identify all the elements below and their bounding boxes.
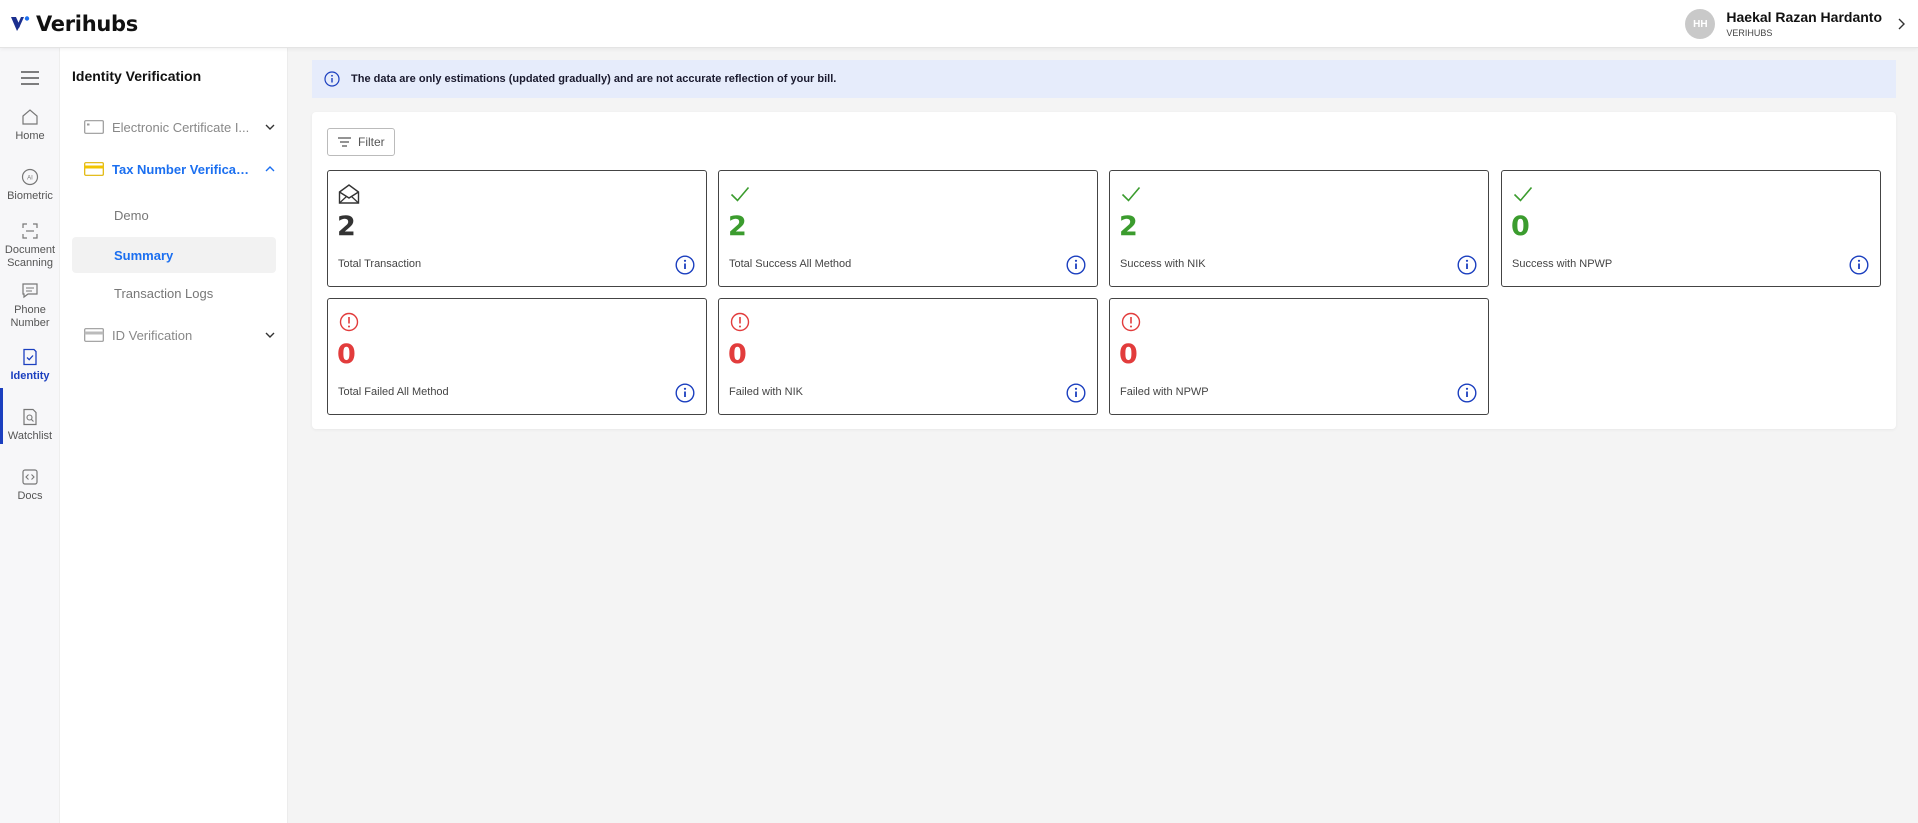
chevron-right-icon[interactable]	[1896, 17, 1906, 31]
stat-card-failed-with-npwp: 0 Failed with NPWP	[1109, 298, 1489, 415]
nav-item-demo[interactable]: Demo	[72, 197, 276, 233]
stat-label: Success with NIK	[1120, 258, 1206, 270]
rail-item-document-scanning[interactable]: Document Scanning	[0, 222, 60, 270]
estimation-notice-banner: The data are only estimations (updated g…	[312, 60, 1896, 98]
brand-name: Verihubs	[36, 12, 138, 36]
info-icon	[324, 71, 340, 87]
stat-card-failed-with-nik: 0 Failed with NIK	[718, 298, 1098, 415]
home-icon	[22, 109, 38, 125]
filter-lines-icon	[338, 137, 351, 147]
stat-value: 0	[337, 339, 356, 370]
info-icon[interactable]	[1849, 255, 1869, 275]
stat-card-success-with-nik: 2 Success with NIK	[1109, 170, 1489, 287]
stat-value: 0	[1119, 339, 1138, 370]
icon-rail: Home AI Biometric Document Scanning Phon…	[0, 48, 60, 823]
rail-label: Document Scanning	[4, 244, 56, 269]
scan-icon	[22, 223, 38, 239]
chevron-down-icon	[265, 124, 275, 130]
nav-group-label: Tax Number Verificat...	[112, 161, 250, 177]
stat-label: Total Failed All Method	[338, 386, 449, 398]
stat-value: 2	[337, 211, 356, 242]
stat-label: Total Transaction	[338, 258, 422, 270]
stat-value: 2	[728, 211, 747, 242]
info-icon[interactable]	[1066, 383, 1086, 403]
rail-item-phone-number[interactable]: Phone Number	[0, 282, 60, 330]
alert-circle-icon	[1121, 312, 1141, 332]
rail-label: Home	[15, 130, 45, 142]
rail-item-docs[interactable]: Docs	[0, 468, 60, 503]
identity-check-icon	[23, 348, 37, 366]
svg-text:AI: AI	[27, 176, 33, 182]
alert-circle-icon	[730, 312, 750, 332]
nav-item-summary[interactable]: Summary	[72, 237, 276, 273]
info-icon[interactable]	[1457, 383, 1477, 403]
card-icon	[84, 120, 104, 134]
rail-item-biometric[interactable]: AI Biometric	[0, 168, 60, 203]
rail-label: Watchlist	[7, 430, 53, 442]
chevron-up-icon	[265, 166, 275, 172]
filter-label: Filter	[358, 135, 385, 149]
brand-logo[interactable]: Verihubs	[10, 10, 138, 38]
info-icon[interactable]	[1066, 255, 1086, 275]
rail-item-identity[interactable]: Identity	[0, 348, 60, 383]
user-name: Haekal Razan Hardanto	[1726, 9, 1882, 25]
rail-label: Biometric	[7, 190, 53, 202]
check-icon	[730, 186, 750, 202]
rail-label: Docs	[17, 490, 43, 502]
banner-text: The data are only estimations (updated g…	[351, 73, 837, 85]
envelope-open-icon	[338, 184, 360, 204]
nav-group-tax-number-verification[interactable]: Tax Number Verificat...	[84, 158, 276, 180]
filter-button[interactable]: Filter	[327, 128, 395, 156]
card-icon-yellow	[84, 162, 104, 176]
stat-value: 2	[1119, 211, 1138, 242]
nav-group-label: ID Verification	[112, 327, 193, 343]
nav-group-label: Electronic Certificate I...	[112, 119, 250, 135]
stat-card-total-transaction: 2 Total Transaction	[327, 170, 707, 287]
stat-value: 0	[1511, 211, 1530, 242]
stat-card-total-failed-all-method: 0 Total Failed All Method	[327, 298, 707, 415]
chevron-down-icon	[265, 332, 275, 338]
check-icon	[1513, 186, 1533, 202]
ai-face-icon: AI	[21, 168, 39, 186]
user-org: VERIHUBS	[1726, 28, 1773, 38]
nav-group-electronic-certificate[interactable]: Electronic Certificate I...	[84, 116, 276, 138]
summary-panel: Filter 2 Total Transaction 2 Total Succe…	[312, 112, 1896, 429]
info-icon[interactable]	[675, 255, 695, 275]
document-search-icon	[23, 408, 37, 426]
rail-item-home[interactable]: Home	[0, 108, 60, 143]
avatar: HH	[1685, 9, 1716, 39]
stat-label: Success with NPWP	[1512, 258, 1613, 270]
alert-circle-icon	[339, 312, 359, 332]
stat-card-success-with-npwp: 0 Success with NPWP	[1501, 170, 1881, 287]
rail-item-watchlist[interactable]: Watchlist	[0, 408, 60, 443]
rail-label: Phone Number	[10, 304, 50, 329]
check-icon	[1121, 186, 1141, 202]
top-header: Verihubs HH Haekal Razan Hardanto VERIHU…	[0, 0, 1918, 48]
message-icon	[22, 283, 38, 299]
nav-group-id-verification[interactable]: ID Verification	[84, 324, 276, 346]
user-menu[interactable]: HH Haekal Razan Hardanto VERIHUBS	[1685, 8, 1906, 40]
verihubs-logo-icon	[11, 16, 30, 31]
rail-label: Identity	[10, 370, 50, 382]
stat-label: Failed with NPWP	[1120, 386, 1209, 398]
nav-item-transaction-logs[interactable]: Transaction Logs	[72, 275, 276, 311]
info-icon[interactable]	[675, 383, 695, 403]
hamburger-menu-icon[interactable]	[20, 70, 40, 86]
subnav-title: Identity Verification	[72, 68, 202, 84]
stat-label: Total Success All Method	[729, 258, 852, 270]
info-icon[interactable]	[1457, 255, 1477, 275]
stat-label: Failed with NIK	[729, 386, 803, 398]
stat-value: 0	[728, 339, 747, 370]
stat-card-total-success-all-method: 2 Total Success All Method	[718, 170, 1098, 287]
sub-navigation: Identity Verification Electronic Certifi…	[60, 48, 288, 823]
card-icon	[84, 328, 104, 342]
user-info: Haekal Razan Hardanto VERIHUBS	[1726, 9, 1882, 39]
code-icon	[22, 469, 38, 485]
